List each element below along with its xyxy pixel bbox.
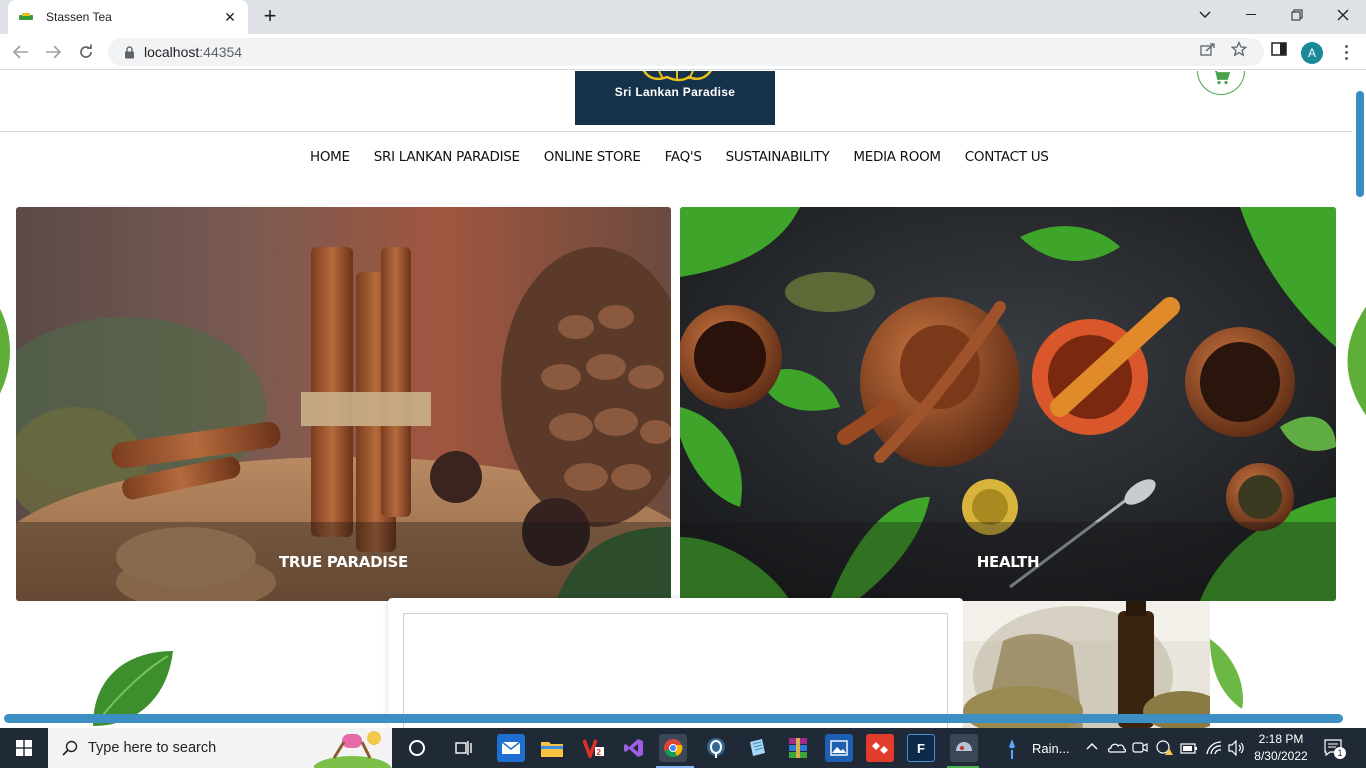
taskbar-search-box[interactable]: Type here to search: [48, 728, 392, 768]
back-icon[interactable]: [8, 39, 34, 65]
nav-sustainability[interactable]: SUSTAINABILITY: [726, 149, 830, 165]
restore-icon[interactable]: [1274, 0, 1320, 30]
svg-text:2: 2: [597, 748, 602, 757]
notification-center-icon[interactable]: 1: [1322, 737, 1346, 759]
browser-menu-icon[interactable]: [1336, 40, 1356, 64]
cortana-icon[interactable]: [403, 734, 431, 762]
new-tab-icon[interactable]: +: [258, 5, 282, 29]
windows-start-icon[interactable]: [0, 728, 48, 768]
content-card-inner: [403, 613, 948, 728]
close-window-icon[interactable]: [1320, 0, 1366, 30]
show-hidden-icons[interactable]: [1086, 737, 1098, 753]
nav-online-store[interactable]: ONLINE STORE: [544, 149, 641, 165]
elephant-logo-icon: [642, 71, 713, 82]
profile-avatar[interactable]: A: [1301, 42, 1323, 64]
windows-taskbar: Type here to search 2 F Rain... 2:18 PM …: [0, 728, 1366, 768]
notepad-icon[interactable]: [743, 734, 771, 762]
side-panel-icon[interactable]: [1270, 40, 1288, 58]
tea-favicon-icon: [18, 12, 34, 22]
horizontal-scrollbar[interactable]: [4, 714, 1343, 723]
volume-icon[interactable]: [1228, 740, 1246, 756]
spotlight-app-icon[interactable]: [950, 734, 978, 762]
browser-toolbar: localhost:44354 A: [0, 34, 1366, 70]
banner-title: TRUE PARADISE: [279, 552, 408, 571]
tab-title: Stassen Tea: [46, 10, 112, 24]
weather-text[interactable]: Rain...: [1032, 741, 1070, 756]
file-explorer-icon[interactable]: [538, 734, 566, 762]
clock-time: 2:18 PM: [1258, 732, 1304, 746]
leaf-decoration-right: [1347, 306, 1366, 416]
chrome-icon[interactable]: [659, 734, 687, 762]
logo-text: Sri Lankan Paradise: [614, 85, 736, 99]
task-view-icon[interactable]: [450, 734, 478, 762]
shopping-cart-icon: [1215, 71, 1230, 84]
banner-caption-bar: TRUE PARADISE: [16, 522, 671, 601]
search-placeholder: Type here to search: [88, 740, 217, 756]
onedrive-icon[interactable]: [1108, 740, 1126, 754]
photos-app-icon[interactable]: [825, 734, 853, 762]
site-logo[interactable]: Sri Lankan Paradise: [575, 71, 775, 125]
content-card: [388, 598, 963, 728]
nav-faqs[interactable]: FAQ'S: [665, 149, 702, 165]
wifi-icon[interactable]: [1205, 740, 1223, 756]
banner-title: HEALTH: [976, 552, 1040, 571]
nav-contact-us[interactable]: CONTACT US: [965, 149, 1049, 165]
taskbar-clock[interactable]: 2:18 PM 8/30/2022: [1250, 731, 1312, 765]
main-navigation: HOME SRI LANKAN PARADISE ONLINE STORE FA…: [310, 149, 1049, 165]
close-tab-icon[interactable]: ✕: [222, 9, 238, 26]
anydesk-icon[interactable]: [866, 734, 894, 762]
cart-button[interactable]: [1197, 71, 1245, 95]
vertical-scrollbar[interactable]: [1356, 91, 1364, 197]
meet-now-icon[interactable]: [1132, 740, 1148, 756]
notification-count-badge: 1: [1334, 747, 1346, 759]
filezilla-icon[interactable]: F: [907, 734, 935, 762]
herbs-jar-photo: [963, 601, 1210, 728]
tab-search-icon[interactable]: [1182, 0, 1228, 30]
banner-caption-bar: HEALTH: [680, 522, 1336, 601]
search-highlight-illustration: [314, 731, 392, 768]
nav-media-room[interactable]: MEDIA ROOM: [853, 149, 941, 165]
minimize-icon[interactable]: [1228, 0, 1274, 30]
mail-app-icon[interactable]: [497, 734, 525, 762]
browser-tab-bar: Stassen Tea ✕ +: [0, 0, 1366, 34]
visual-studio-icon[interactable]: [620, 734, 648, 762]
search-icon: [62, 740, 78, 756]
bookmark-star-icon[interactable]: [1230, 40, 1248, 58]
lock-icon[interactable]: [122, 45, 136, 59]
address-bar[interactable]: localhost:44354: [108, 38, 1264, 66]
security-warning-icon[interactable]: [1156, 740, 1174, 756]
battery-icon[interactable]: [1180, 741, 1198, 755]
nav-sri-lankan-paradise[interactable]: SRI LANKAN PARADISE: [374, 149, 520, 165]
share-icon[interactable]: [1199, 40, 1217, 58]
page-viewport: Sri Lankan Paradise HOME SRI LANKAN PARA…: [0, 71, 1366, 728]
leaf-decoration-bottom-right: [1210, 639, 1243, 709]
url-text: localhost:44354: [144, 44, 243, 60]
banner-health[interactable]: HEALTH: [680, 207, 1336, 601]
banner-true-paradise[interactable]: TRUE PARADISE: [16, 207, 671, 601]
browser-tab[interactable]: Stassen Tea ✕: [8, 0, 248, 34]
header-divider: [0, 131, 1352, 132]
postgresql-icon[interactable]: [702, 734, 730, 762]
reload-icon[interactable]: [73, 39, 99, 65]
forward-icon[interactable]: [40, 39, 66, 65]
winrar-icon[interactable]: [784, 734, 812, 762]
nav-home[interactable]: HOME: [310, 149, 350, 165]
rain-weather-icon[interactable]: [1005, 738, 1019, 760]
visual-assist-icon[interactable]: 2: [580, 734, 608, 762]
clock-date: 8/30/2022: [1254, 749, 1308, 763]
